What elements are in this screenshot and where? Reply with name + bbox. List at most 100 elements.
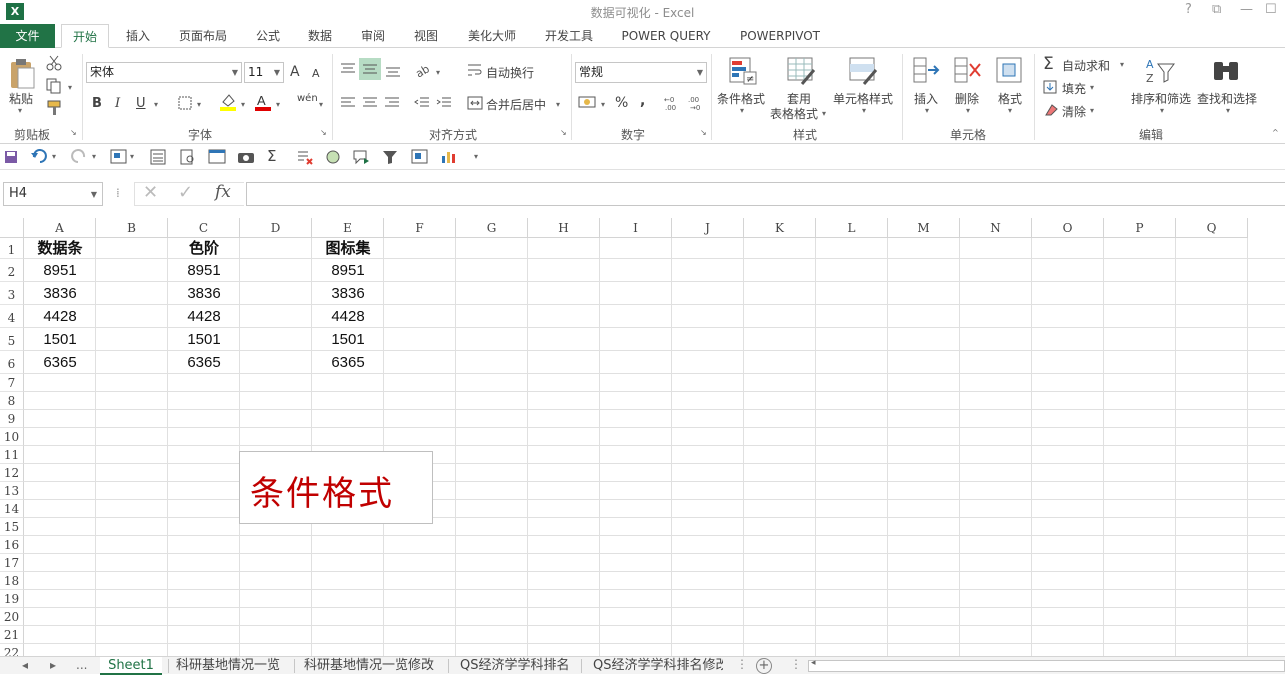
delete-dropdown-icon[interactable]: ▾ [966,106,970,115]
cell-e5[interactable]: 1501 [312,328,384,351]
format-painter-icon[interactable] [46,100,64,116]
format-dropdown-icon[interactable]: ▾ [1008,106,1012,115]
cell-a1[interactable]: 数据条 [24,238,96,259]
scroll-left-icon[interactable]: ◂ [811,658,816,668]
column-header-n[interactable]: N [960,218,1032,238]
increase-decimal-icon[interactable]: ←0.00 [664,94,682,112]
find-select-button[interactable]: 查找和选择 [1197,90,1257,107]
insert-cells-icon[interactable] [912,56,940,86]
insert-function-icon[interactable]: fx [215,182,231,202]
tab-review[interactable]: 审阅 [353,24,393,48]
autosum-icon[interactable]: Σ [1043,54,1054,74]
filter-icon[interactable] [382,149,398,165]
column-header-e[interactable]: E [312,218,384,238]
row-header-17[interactable]: 17 [0,554,24,572]
name-box[interactable]: H4 ▼ [3,182,103,206]
format-cells-icon[interactable] [995,56,1025,86]
sheet-tab-research-bases-revised[interactable]: 科研基地情况一览修改 [304,657,444,675]
row-header-19[interactable]: 19 [0,590,24,608]
tab-powerpivot[interactable]: POWERPIVOT [732,24,828,48]
column-header-o[interactable]: O [1032,218,1104,238]
decrease-indent-icon[interactable] [414,96,430,110]
delete-cells-icon[interactable] [953,56,983,86]
align-middle-icon[interactable] [359,58,381,80]
customize-qat-icon[interactable]: ▾ [474,152,478,161]
column-header-l[interactable]: L [816,218,888,238]
column-header-f[interactable]: F [384,218,456,238]
orientation-icon[interactable]: ab [414,62,432,78]
cell-e3[interactable]: 3836 [312,282,384,305]
circle-shape-icon[interactable] [325,149,341,165]
cell-e2[interactable]: 8951 [312,259,384,282]
row-header-10[interactable]: 10 [0,428,24,446]
cell-a5[interactable]: 1501 [24,328,96,351]
pivot-icon[interactable] [411,149,429,165]
sheet-next-icon[interactable]: ▸ [50,658,56,672]
row-header-11[interactable]: 11 [0,446,24,464]
row-header-18[interactable]: 18 [0,572,24,590]
window-icon[interactable] [208,149,226,165]
cell-styles-dropdown-icon[interactable]: ▾ [862,106,866,115]
phonetic-dropdown-icon[interactable]: ▾ [319,100,323,109]
maximize-icon[interactable]: ☐ [1265,2,1277,17]
number-format-combo[interactable]: 常规 ▼ [575,62,707,83]
cancel-icon[interactable]: ✕ [143,182,158,203]
column-header-b[interactable]: B [96,218,168,238]
clipboard-launcher-icon[interactable]: ↘ [70,128,77,137]
italic-button[interactable]: I [115,96,120,111]
sort-filter-button[interactable]: 排序和筛选 [1131,90,1191,107]
print-preview-icon[interactable] [180,149,196,165]
grow-font-button[interactable]: A [290,64,300,80]
find-select-icon[interactable] [1210,56,1242,86]
cell-a4[interactable]: 4428 [24,305,96,328]
fill-color-icon[interactable] [219,92,237,112]
cell-e6[interactable]: 6365 [312,351,384,374]
row-header-5[interactable]: 5 [0,328,24,351]
clear-button[interactable]: 清除 [1062,103,1086,120]
row-header-16[interactable]: 16 [0,536,24,554]
autosum-button[interactable]: 自动求和 [1062,57,1110,74]
camera-icon[interactable] [237,149,255,165]
tab-file[interactable]: 文件 [0,24,55,48]
accounting-format-icon[interactable] [578,94,598,110]
merge-center-icon[interactable] [467,96,483,110]
format-as-table-icon[interactable] [786,56,816,86]
row-header-21[interactable]: 21 [0,626,24,644]
paste-dropdown-icon[interactable]: ▾ [18,106,22,115]
comma-button[interactable]: , [640,93,645,109]
row-header-7[interactable]: 7 [0,374,24,392]
sheet-tab-qs-economics-revised[interactable]: QS经济学学科排名修改 [593,657,723,675]
delete-cells-button[interactable]: 删除 [955,90,979,107]
cell-styles-button[interactable]: 单元格样式 [833,90,893,107]
tab-power-query[interactable]: POWER QUERY [614,24,718,48]
row-header-20[interactable]: 20 [0,608,24,626]
clear-dropdown-icon[interactable]: ▾ [1090,106,1094,115]
qat-screen-dropdown-icon[interactable]: ▾ [130,152,134,161]
tab-page-layout[interactable]: 页面布局 [170,24,236,48]
bold-button[interactable]: B [92,96,102,111]
phonetic-button[interactable]: wén [297,93,318,104]
copy-dropdown-icon[interactable]: ▾ [68,83,72,92]
fill-button[interactable]: 填充 [1062,80,1086,97]
format-as-table-label-2[interactable]: 表格格式 [770,105,818,122]
format-cells-button[interactable]: 格式 [998,90,1022,107]
format-as-table-dropdown-icon[interactable]: ▾ [822,109,826,118]
row-header-1[interactable]: 1 [0,238,24,259]
formula-input[interactable] [246,182,1285,206]
copy-icon[interactable] [46,78,64,94]
new-sheet-icon[interactable]: + [756,658,772,674]
insert-dropdown-icon[interactable]: ▾ [925,106,929,115]
tab-insert[interactable]: 插入 [116,24,160,48]
redo-icon[interactable] [70,149,88,163]
minimize-icon[interactable]: — [1240,2,1253,17]
clear-formats-icon[interactable] [296,149,314,165]
insert-cells-button[interactable]: 插入 [914,90,938,107]
cell-a2[interactable]: 8951 [24,259,96,282]
horizontal-scrollbar[interactable] [808,660,1285,672]
alignment-launcher-icon[interactable]: ↘ [560,128,567,137]
column-header-i[interactable]: I [600,218,672,238]
wrap-text-icon[interactable] [467,62,483,78]
cell-c5[interactable]: 1501 [168,328,240,351]
wrap-text-button[interactable]: 自动换行 [486,64,534,81]
conditional-formatting-button[interactable]: 条件格式 [717,90,765,107]
